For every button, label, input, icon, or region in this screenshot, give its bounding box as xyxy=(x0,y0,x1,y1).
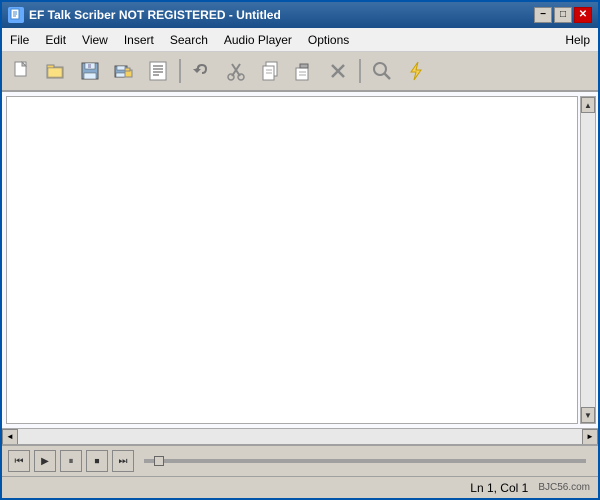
audio-player-bar: ⏮ ▶ ⏸ ⏹ ⏭ xyxy=(2,444,598,476)
delete-button[interactable] xyxy=(322,56,354,86)
document-view-button[interactable] xyxy=(142,56,174,86)
editor-textarea[interactable] xyxy=(6,96,578,424)
app-icon xyxy=(8,7,24,23)
scroll-up-button[interactable]: ▲ xyxy=(581,97,595,113)
toolbar xyxy=(2,52,598,92)
play-button[interactable]: ▶ xyxy=(34,450,56,472)
status-bar: Ln 1, Col 1 BJC56.com xyxy=(2,476,598,498)
maximize-button[interactable]: □ xyxy=(554,7,572,23)
menu-insert[interactable]: Insert xyxy=(116,31,162,49)
save-button[interactable] xyxy=(74,56,106,86)
menu-bar: File Edit View Insert Search Audio Playe… xyxy=(2,28,598,52)
main-window: EF Talk Scriber NOT REGISTERED - Untitle… xyxy=(0,0,600,500)
go-to-start-button[interactable]: ⏮ xyxy=(8,450,30,472)
audio-progress-thumb[interactable] xyxy=(154,456,164,466)
new-button[interactable] xyxy=(6,56,38,86)
search-toolbar-button[interactable] xyxy=(366,56,398,86)
cursor-position: Ln 1, Col 1 xyxy=(470,481,528,495)
minimize-button[interactable]: − xyxy=(534,7,552,23)
close-button[interactable]: ✕ xyxy=(574,7,592,23)
paste-button[interactable] xyxy=(288,56,320,86)
menu-view[interactable]: View xyxy=(74,31,116,49)
toolbar-separator-1 xyxy=(179,59,181,83)
menu-audio-player[interactable]: Audio Player xyxy=(216,31,300,49)
scroll-left-button[interactable]: ◄ xyxy=(2,429,18,445)
menu-options[interactable]: Options xyxy=(300,31,357,49)
open-button[interactable] xyxy=(40,56,72,86)
vertical-scrollbar[interactable]: ▲ ▼ xyxy=(580,96,596,424)
save-browse-button[interactable] xyxy=(108,56,140,86)
scroll-down-button[interactable]: ▼ xyxy=(581,407,595,423)
menu-edit[interactable]: Edit xyxy=(37,31,74,49)
title-bar-left: EF Talk Scriber NOT REGISTERED - Untitle… xyxy=(8,7,281,23)
go-to-end-button[interactable]: ⏭ xyxy=(112,450,134,472)
menu-search[interactable]: Search xyxy=(162,31,216,49)
cut-button[interactable] xyxy=(220,56,252,86)
editor-container: ▲ ▼ xyxy=(2,92,598,428)
menu-help[interactable]: Help xyxy=(557,31,598,49)
pause-button[interactable]: ⏸ xyxy=(60,450,82,472)
scroll-track[interactable] xyxy=(581,113,595,407)
quick-action-button[interactable] xyxy=(400,56,432,86)
window-controls: − □ ✕ xyxy=(534,7,592,23)
toolbar-separator-2 xyxy=(359,59,361,83)
copy-button[interactable] xyxy=(254,56,286,86)
audio-progress-track[interactable] xyxy=(144,459,586,463)
stop-button[interactable]: ⏹ xyxy=(86,450,108,472)
brand-label: BJC56.com xyxy=(538,482,590,493)
menu-file[interactable]: File xyxy=(2,31,37,49)
undo-button[interactable] xyxy=(186,56,218,86)
horizontal-scrollbar: ◄ ► xyxy=(2,428,598,444)
scroll-right-button[interactable]: ► xyxy=(582,429,598,445)
title-bar: EF Talk Scriber NOT REGISTERED - Untitle… xyxy=(2,2,598,28)
window-title: EF Talk Scriber NOT REGISTERED - Untitle… xyxy=(29,8,281,22)
